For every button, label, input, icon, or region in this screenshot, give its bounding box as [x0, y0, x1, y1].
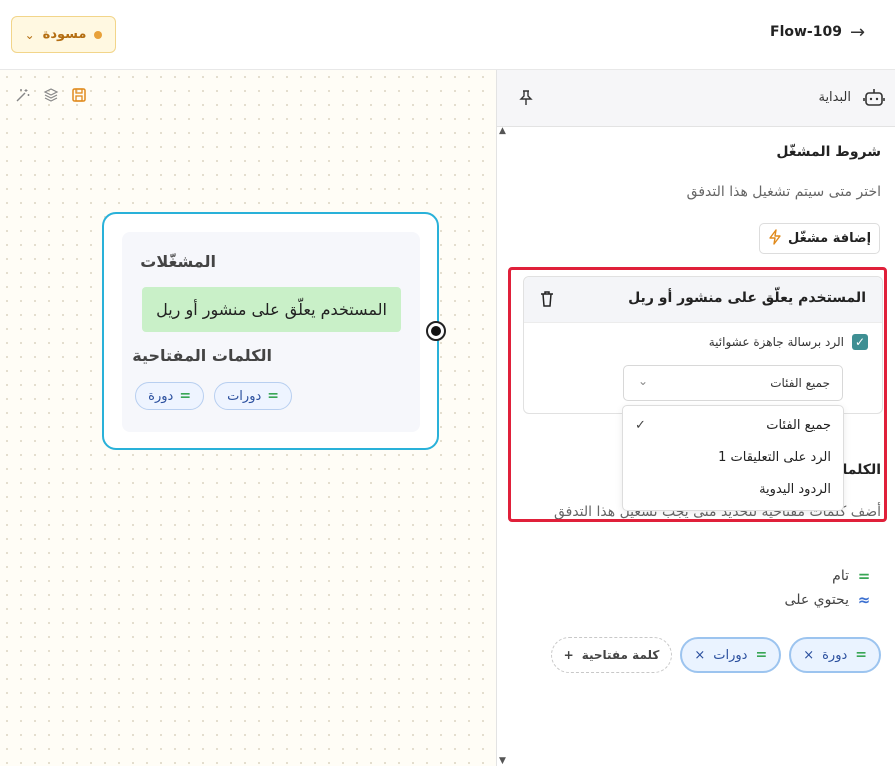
add-trigger-label: إضافة مشغّل	[787, 231, 872, 246]
port-dot	[431, 326, 441, 336]
node-triggers-heading: المشغّلات	[140, 252, 216, 271]
trash-icon[interactable]	[540, 291, 554, 311]
match-type-contains[interactable]: ≈ يحتوي على	[785, 591, 871, 609]
dropdown-option[interactable]: جميع الفئات	[766, 418, 831, 433]
status-dot	[94, 30, 103, 39]
add-keyword-label: كلمة مفتاحية	[581, 648, 660, 662]
trigger-card: المستخدم يعلّق على منشور أو ريل ✓ الرد ب…	[523, 276, 883, 414]
node-keywords-heading: الكلمات المفتاحية	[132, 346, 272, 365]
trigger-card-title: المستخدم يعلّق على منشور أو ريل	[628, 290, 866, 306]
status-dropdown[interactable]: مسودة ⌄	[11, 16, 116, 53]
node-keyword-tag: = دورات	[214, 382, 292, 410]
node-keyword-label: دورة	[148, 388, 174, 404]
check-icon: ✓	[635, 418, 646, 433]
keyword-chip-label: دورة	[822, 647, 848, 663]
settings-panel: البداية ▲ ▼ شروط المشغّل اختر متى سيتم ت…	[497, 70, 895, 766]
flow-canvas[interactable]: المشغّلات المستخدم يعلّق على منشور أو ري…	[0, 70, 497, 766]
add-keyword-button[interactable]: كلمة مفتاحية +	[550, 637, 673, 673]
panel-header: البداية	[497, 70, 895, 127]
match-exact-label: تام	[832, 568, 849, 584]
category-dropdown: جميع الفئات ✓ الرد على التعليقات 1 الردو…	[622, 405, 844, 511]
approx-icon: ≈	[857, 591, 871, 609]
save-icon[interactable]	[70, 86, 88, 104]
match-contains-label: يحتوي على	[784, 592, 849, 608]
equals-icon: =	[855, 647, 867, 663]
trigger-node[interactable]: المشغّلات المستخدم يعلّق على منشور أو ري…	[102, 212, 439, 450]
scroll-up-icon[interactable]: ▲	[499, 126, 506, 136]
layers-icon[interactable]	[42, 86, 60, 104]
random-reply-checkbox[interactable]: ✓	[852, 334, 868, 350]
arrow-right-icon[interactable]: →	[850, 22, 865, 43]
scroll-down-icon[interactable]: ▼	[499, 756, 506, 766]
scrollbar[interactable]	[497, 127, 507, 766]
equals-icon: =	[179, 388, 192, 404]
chevron-down-icon: ⌄	[24, 27, 35, 42]
trigger-section-title: شروط المشغّل	[776, 144, 881, 160]
magic-wand-icon[interactable]	[14, 86, 32, 104]
trigger-card-header: المستخدم يعلّق على منشور أو ريل	[524, 277, 882, 323]
equals-icon: =	[267, 388, 279, 404]
node-output-port[interactable]	[426, 321, 446, 341]
dropdown-option[interactable]: الردود اليدوية	[759, 482, 831, 497]
panel-title: البداية	[818, 90, 851, 105]
top-bar: مسودة ⌄ Flow-109 →	[0, 0, 895, 70]
flow-name: Flow-109	[770, 24, 842, 40]
chevron-down-icon: ⌄	[638, 374, 649, 388]
keyword-chip[interactable]: = دورة ×	[789, 637, 881, 673]
remove-keyword-icon[interactable]: ×	[694, 648, 705, 663]
node-keyword-label: دورات	[227, 388, 262, 404]
plus-icon: +	[563, 648, 574, 662]
pin-icon[interactable]	[519, 90, 533, 110]
random-reply-label: الرد برسالة جاهزة عشوائية	[708, 335, 844, 349]
node-body: المشغّلات المستخدم يعلّق على منشور أو ري…	[122, 232, 420, 432]
match-type-exact[interactable]: = تام	[832, 567, 871, 585]
status-label: مسودة	[42, 27, 87, 42]
equals-icon: =	[755, 647, 768, 663]
add-trigger-button[interactable]: إضافة مشغّل	[759, 223, 880, 254]
category-select[interactable]: جميع الفئات ⌄	[623, 365, 843, 401]
keyword-chip[interactable]: = دورات ×	[680, 637, 782, 673]
node-trigger-item: المستخدم يعلّق على منشور أو ريل	[142, 287, 401, 332]
random-reply-option[interactable]: ✓ الرد برسالة جاهزة عشوائية	[709, 334, 868, 350]
keyword-chip-label: دورات	[713, 647, 748, 663]
node-keyword-tag: = دورة	[135, 382, 205, 410]
trigger-section-description: اختر متى سيتم تشغيل هذا التدفق	[686, 184, 881, 200]
category-select-value: جميع الفئات	[770, 376, 830, 390]
bot-icon	[863, 87, 885, 113]
dropdown-option[interactable]: الرد على التعليقات 1	[718, 450, 831, 465]
equals-icon: =	[857, 567, 871, 585]
lightning-icon	[768, 228, 782, 249]
remove-keyword-icon[interactable]: ×	[803, 648, 814, 663]
